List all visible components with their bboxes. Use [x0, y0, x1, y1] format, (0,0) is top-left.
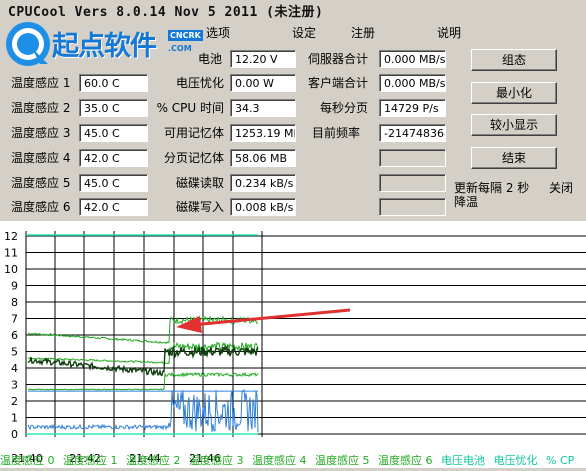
y-tick-label: 7 — [11, 313, 18, 326]
disk-write-label: 磁碟写入 — [175, 200, 224, 214]
temp-label: 温度感应 3 — [11, 126, 71, 140]
client-total-value: 0.000 MB/s — [379, 74, 446, 92]
temp-label: 温度感应 2 — [11, 101, 71, 115]
legend-item: % CP — [546, 454, 575, 467]
series-line-temp-low — [27, 371, 259, 391]
voltage-optimize-label: 电压忧化 — [175, 76, 224, 90]
disk-read-value: 0.234 kB/s — [230, 174, 296, 192]
legend-item: 电压电池 — [441, 454, 485, 467]
pages-per-sec-value: 14729 P/s — [379, 99, 446, 117]
temp-value: 35.0 C — [79, 99, 148, 117]
y-tick-label: 6 — [11, 329, 18, 342]
legend-item: 温度感应 1 — [63, 454, 118, 467]
menu-bar: 选项 设定 注册 说明 — [0, 24, 586, 42]
disk-write-value: 0.008 kB/s — [230, 198, 296, 216]
logo-sub-text: .COM — [168, 44, 192, 53]
y-tick-label: 4 — [11, 362, 18, 375]
empty-field — [379, 174, 446, 192]
paged-memory-value: 58.06 MB — [230, 149, 296, 167]
temp-label: 温度感应 6 — [11, 200, 71, 214]
client-total-label: 客户端合计 — [307, 76, 368, 90]
compact-view-button[interactable]: 较小显示 — [471, 114, 557, 136]
y-tick-label: 8 — [11, 296, 18, 309]
legend-item: 温度感应 2 — [126, 454, 181, 467]
available-memory-label: 可用记忆体 — [163, 126, 224, 140]
legend-item: 温度感应 5 — [315, 454, 370, 467]
battery-voltage-label: 电池 — [198, 52, 223, 66]
disk-read-label: 磁碟读取 — [175, 176, 224, 190]
legend-item: 温度感应 3 — [189, 454, 244, 467]
paged-memory-label: 分页记忆体 — [163, 151, 224, 165]
config-button[interactable]: 组态 — [471, 49, 557, 71]
pages-per-sec-label: 每秒分页 — [319, 101, 368, 115]
empty-field — [379, 149, 446, 167]
minimize-button[interactable]: 最小化 — [471, 82, 557, 104]
temp-value: 60.0 C — [79, 74, 148, 92]
y-tick-label: 10 — [4, 263, 18, 276]
current-frequency-label: 目前频率 — [311, 126, 360, 140]
y-tick-label: 11 — [4, 247, 18, 260]
cpu-time-value: 34.3 — [230, 99, 296, 117]
history-chart: 12 11 10 9 8 7 6 5 4 3 2 1 0 21:40 21:42 21:44 21:46 — [0, 221, 586, 468]
legend-item: 温度感应 0 — [0, 454, 55, 467]
y-tick-label: 2 — [11, 395, 18, 408]
legend-item: 电压忧化 — [493, 454, 538, 467]
menu-options[interactable]: 选项 — [206, 24, 230, 41]
chart-legend: 温度感应 0 温度感应 1 温度感应 2 温度感应 3 温度感应 4 温度感应 … — [0, 452, 586, 468]
empty-field — [379, 198, 446, 216]
battery-voltage-value: 12.20 V — [230, 50, 296, 68]
server-total-label: 伺服器合计 — [307, 52, 368, 66]
menu-register[interactable]: 注册 — [351, 24, 375, 41]
y-tick-label: 0 — [11, 428, 18, 441]
legend-item: 温度感应 6 — [378, 454, 433, 467]
legend-item: 温度感应 4 — [252, 454, 307, 467]
close-label[interactable]: 关闭 — [549, 179, 573, 196]
server-total-value: 0.000 MB/s — [379, 50, 446, 68]
y-tick-label: 5 — [11, 346, 18, 359]
temp-label: 温度感应 4 — [11, 151, 71, 165]
current-frequency-value: -214748368.0 — [379, 124, 446, 142]
temp-value: 42.0 C — [79, 149, 148, 167]
cooldown-label: 降温 — [454, 195, 479, 209]
menu-settings[interactable]: 设定 — [292, 24, 316, 41]
series-line-disk — [27, 388, 259, 433]
available-memory-value: 1253.19 MB — [230, 124, 296, 142]
annotation-arrow-shaft — [191, 308, 351, 327]
y-tick-label: 12 — [4, 230, 18, 243]
y-tick-label: 9 — [11, 280, 18, 293]
series-line-temp-mid — [27, 341, 259, 365]
temp-value: 42.0 C — [79, 198, 148, 216]
chart-svg: 121110987654321021:40 21:42 21:44 21:46 — [4, 230, 586, 465]
y-tick-label: 3 — [11, 379, 18, 392]
exit-button[interactable]: 结束 — [471, 147, 557, 169]
voltage-optimize-value: 0.00 W — [230, 74, 296, 92]
temp-value: 45.0 C — [79, 124, 148, 142]
menu-help[interactable]: 说明 — [437, 24, 461, 41]
temp-label: 温度感应 1 — [11, 76, 71, 90]
temp-label: 温度感应 5 — [11, 176, 71, 190]
y-tick-label: 1 — [11, 412, 18, 425]
cpu-time-label: % CPU 时间 — [156, 101, 224, 115]
temp-value: 45.0 C — [79, 174, 148, 192]
